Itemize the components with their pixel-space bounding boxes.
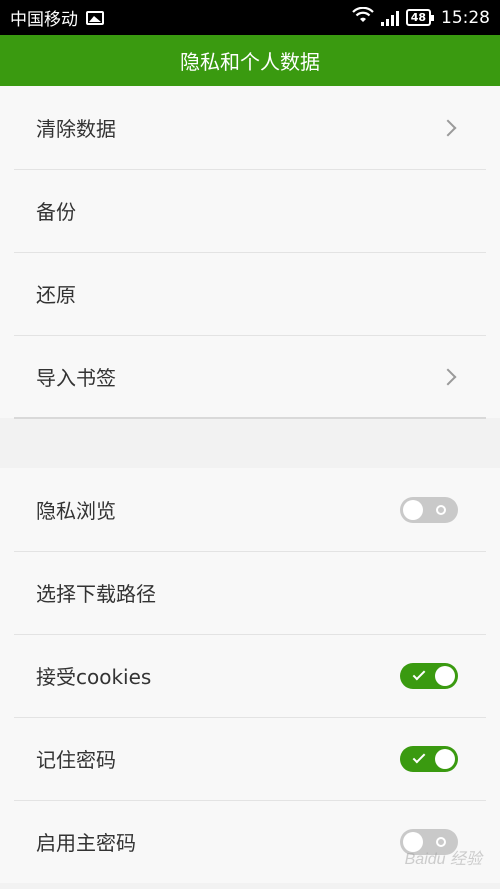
backup-item[interactable]: 备份	[0, 169, 500, 252]
battery-icon: 48	[405, 9, 435, 26]
private-browsing-item[interactable]: 隐私浏览	[0, 468, 500, 551]
import-bookmarks-label: 导入书签	[36, 366, 116, 390]
restore-item[interactable]: 还原	[0, 252, 500, 335]
clock: 15:28	[441, 7, 490, 28]
clear-data-label: 清除数据	[36, 117, 116, 141]
private-browsing-label: 隐私浏览	[36, 499, 116, 523]
status-left: 中国移动	[10, 5, 104, 30]
accept-cookies-label: 接受cookies	[36, 665, 152, 689]
backup-label: 备份	[36, 200, 76, 224]
remember-password-toggle[interactable]	[400, 745, 458, 772]
download-path-item[interactable]: 选择下载路径	[0, 551, 500, 634]
group-divider	[14, 417, 486, 419]
status-bar: 中国移动 48 15:28	[0, 0, 500, 35]
master-password-label: 启用主密码	[36, 831, 136, 855]
private-browsing-toggle[interactable]	[400, 496, 458, 523]
remember-password-label: 记住密码	[36, 748, 116, 772]
download-path-label: 选择下载路径	[36, 582, 156, 606]
chevron-right-icon	[439, 368, 457, 385]
status-right: 48 15:28	[351, 6, 490, 28]
master-password-item[interactable]: 启用主密码	[0, 800, 500, 883]
page-title: 隐私和个人数据	[180, 50, 320, 74]
privacy-settings-group: 隐私浏览 选择下载路径 接受cookies 记住密码 启用主密码	[0, 468, 500, 883]
page-title-bar: 隐私和个人数据	[0, 35, 500, 86]
chevron-right-icon	[439, 119, 457, 136]
accept-cookies-item[interactable]: 接受cookies	[0, 634, 500, 717]
import-bookmarks-item[interactable]: 导入书签	[0, 335, 500, 418]
accept-cookies-toggle[interactable]	[400, 662, 458, 689]
data-settings-group: 清除数据 备份 还原 导入书签	[0, 86, 500, 418]
wifi-icon	[351, 6, 374, 28]
restore-label: 还原	[36, 283, 76, 307]
watermark: Baidu 经验	[404, 851, 482, 868]
clear-data-item[interactable]: 清除数据	[0, 86, 500, 169]
remember-password-item[interactable]: 记住密码	[0, 717, 500, 800]
carrier-name: 中国移动	[10, 10, 78, 30]
signal-strength-icon	[380, 10, 399, 26]
image-notification-icon	[86, 10, 104, 25]
